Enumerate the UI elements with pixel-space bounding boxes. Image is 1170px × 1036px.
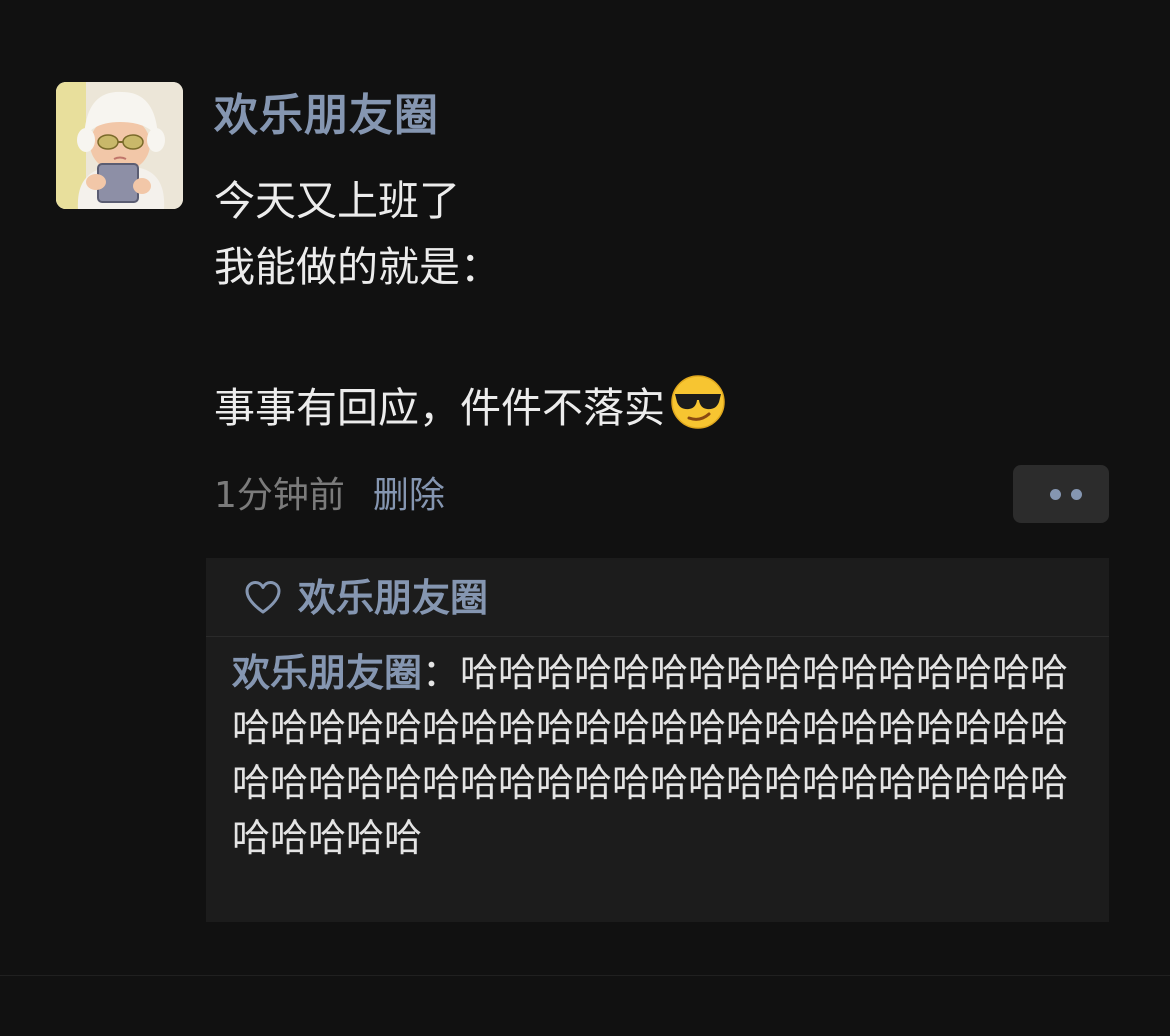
sunglasses-face-icon (669, 372, 727, 430)
panel-divider (206, 636, 1109, 637)
likes-comments-panel: 欢乐朋友圈 欢乐朋友圈：哈哈哈哈哈哈哈哈哈哈哈哈哈哈哈哈哈哈哈哈哈哈哈哈哈哈哈哈… (206, 558, 1109, 922)
liker-name[interactable]: 欢乐朋友圈 (298, 568, 488, 628)
heart-icon (244, 579, 282, 617)
more-dot (1071, 489, 1082, 500)
avatar[interactable] (56, 82, 183, 209)
post-content: 今天又上班了 我能做的就是： 事事有回应，件件不落实 (214, 168, 1114, 438)
avatar-image (56, 82, 183, 209)
commenter-name[interactable]: 欢乐朋友圈 (232, 651, 422, 695)
moments-post: 欢乐朋友圈 今天又上班了 我能做的就是： 事事有回应，件件不落实 1分钟前删除 (0, 0, 1170, 975)
delete-button[interactable]: 删除 (373, 475, 445, 516)
post-content-highlight: 事事有回应，件件不落实 (214, 384, 665, 432)
post-author-name[interactable]: 欢乐朋友圈 (214, 86, 439, 146)
post-meta: 1分钟前 删除 (214, 470, 445, 522)
content-blank-line (214, 300, 1114, 372)
post-content-line-3: 事事有回应，件件不落实 (214, 372, 1114, 438)
more-dot (1050, 489, 1061, 500)
post-content-line-1: 今天又上班了 (214, 177, 460, 225)
post-content-line-2: 我能做的就是： (214, 243, 501, 291)
more-dots-icon[interactable] (1013, 465, 1109, 523)
likes-row: 欢乐朋友圈 (206, 558, 1109, 636)
comment-item[interactable]: 欢乐朋友圈：哈哈哈哈哈哈哈哈哈哈哈哈哈哈哈哈哈哈哈哈哈哈哈哈哈哈哈哈哈哈哈哈哈哈… (232, 646, 1088, 866)
comment-separator: ： (422, 651, 461, 695)
post-time: 1分钟前 (214, 475, 345, 516)
feed-divider (0, 975, 1170, 976)
